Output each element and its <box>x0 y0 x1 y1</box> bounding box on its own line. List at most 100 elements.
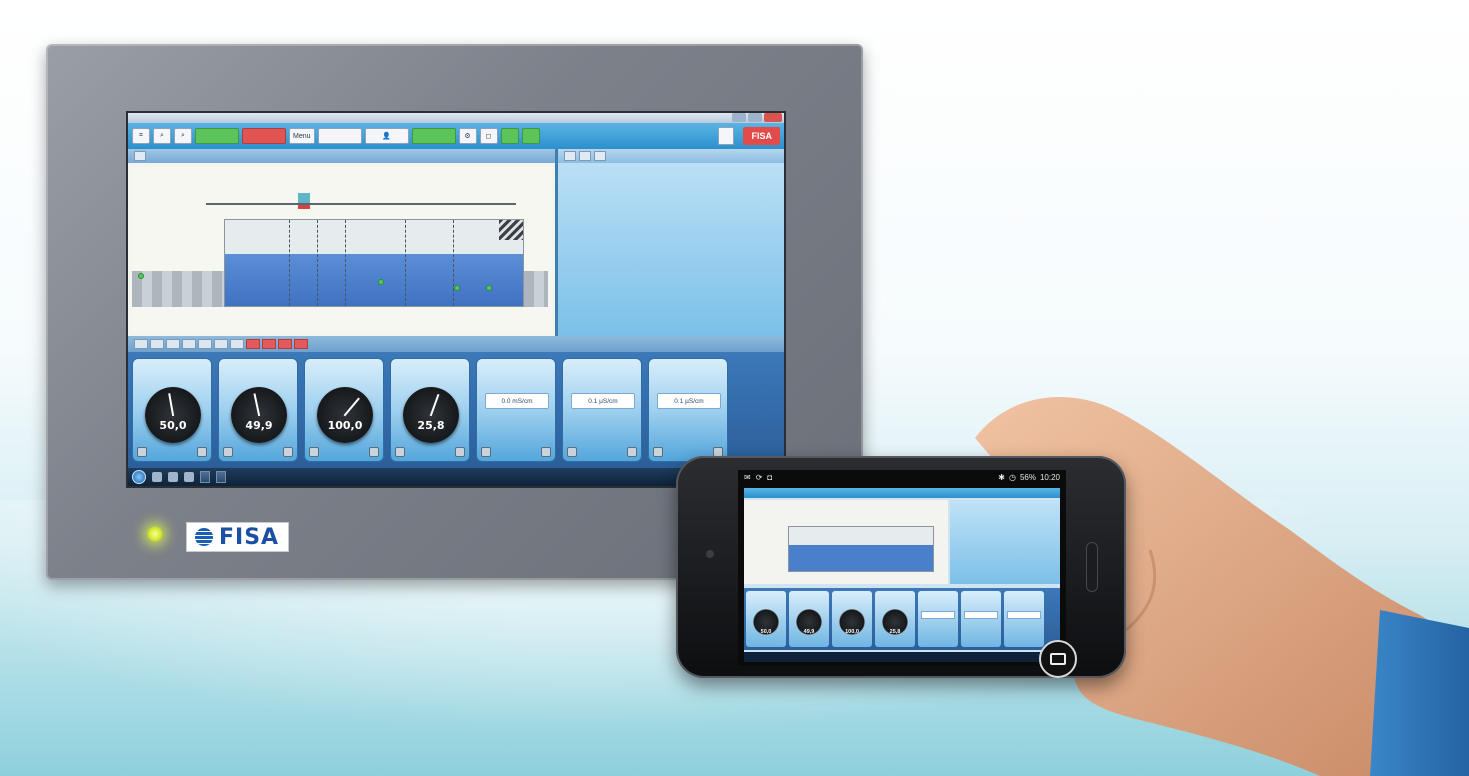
feed-unit <box>298 193 310 203</box>
tab-2[interactable] <box>579 151 591 161</box>
taskbar-app-item[interactable] <box>200 471 210 483</box>
gauge-expand-button[interactable] <box>455 447 465 457</box>
gauge-needle <box>429 393 440 417</box>
tab-alarm-1[interactable] <box>246 339 260 349</box>
mini-synoptic <box>744 500 948 584</box>
mini-gauge-value: 100,0 <box>845 629 859 635</box>
readout-card[interactable]: 0.0 mS/cm <box>476 358 556 462</box>
phone-screen[interactable]: ✉ ⟳ ◘ ✱ ◷ 56% 10:20 50,0 49,9 100,0 25,8 <box>738 470 1066 666</box>
minimize-button[interactable] <box>732 113 746 122</box>
zoom-out-button[interactable]: ⌕ <box>174 128 192 144</box>
mini-gauge-card[interactable]: 49,9 <box>789 591 829 647</box>
tab-c[interactable] <box>166 339 180 349</box>
mini-gauge-value: 49,9 <box>803 629 815 635</box>
tab-3[interactable] <box>594 151 606 161</box>
readout-card[interactable]: 0.1 µS/cm <box>648 358 728 462</box>
status-button-green[interactable] <box>195 128 239 144</box>
mini-readout <box>1007 611 1041 619</box>
plant-diagram <box>132 167 552 332</box>
gauge-expand-button[interactable] <box>283 447 293 457</box>
mini-readout-card[interactable] <box>1004 591 1044 647</box>
gauge-tabs <box>128 336 784 352</box>
battery-level: 56% <box>1019 472 1036 482</box>
close-button[interactable] <box>764 113 782 122</box>
briefcase-icon <box>1050 653 1066 665</box>
sensor-point[interactable] <box>486 285 492 291</box>
sensor-point[interactable] <box>454 285 460 291</box>
gauge-minus-button[interactable] <box>223 447 233 457</box>
status-indicator-green[interactable] <box>411 128 456 144</box>
tank-water <box>225 254 523 306</box>
indicator-green-1[interactable] <box>500 128 519 144</box>
mini-gauge-card[interactable]: 50,0 <box>746 591 786 647</box>
readout-minus-button[interactable] <box>481 447 491 457</box>
readout-card[interactable]: 0.1 µS/cm <box>562 358 642 462</box>
chart-tabs <box>558 149 784 163</box>
save-icon[interactable] <box>718 127 734 145</box>
touch-screen[interactable]: ⌗ ⌕ ⌕ Menu 👤 ⚙ ◻ FISA 50,0 49,9 100,0 25… <box>126 111 786 488</box>
tab-f[interactable] <box>214 339 228 349</box>
synoptic-pane <box>128 149 558 336</box>
tab-b[interactable] <box>150 339 164 349</box>
readout-expand-button[interactable] <box>541 447 551 457</box>
mini-gauge-card[interactable]: 25,8 <box>875 591 915 647</box>
logo-text: FISA <box>219 524 280 550</box>
phone-status-bar: ✉ ⟳ ◘ ✱ ◷ 56% 10:20 <box>738 470 1066 484</box>
tank-line <box>224 219 524 307</box>
gauge-minus-button[interactable] <box>395 447 405 457</box>
gauge-card[interactable]: 100,0 <box>304 358 384 462</box>
gauge-dial <box>317 387 373 443</box>
user-button[interactable]: 👤 <box>364 128 409 144</box>
crop-tool-button[interactable]: ⌗ <box>132 128 150 144</box>
gauge-minus-button[interactable] <box>309 447 319 457</box>
status-indicators: ✱ ◷ 56% 10:20 <box>998 473 1060 482</box>
mini-gauge-card[interactable]: 100,0 <box>832 591 872 647</box>
brand-label: FISA <box>743 127 780 145</box>
alarm-button[interactable] <box>242 128 286 144</box>
tab-alarm-3[interactable] <box>278 339 292 349</box>
tab-g[interactable] <box>230 339 244 349</box>
tab-1[interactable] <box>564 151 576 161</box>
gauge-minus-button[interactable] <box>137 447 147 457</box>
notification-icons: ✉ ⟳ ◘ <box>744 473 772 482</box>
tab-d[interactable] <box>182 339 196 349</box>
maximize-button[interactable] <box>748 113 762 122</box>
chat-button[interactable]: ◻ <box>479 128 498 144</box>
taskbar-app-item[interactable] <box>216 471 226 483</box>
menu-button[interactable]: Menu <box>289 128 315 144</box>
tab-a[interactable] <box>134 339 148 349</box>
taskbar-icon[interactable] <box>168 472 178 482</box>
taskbar-icon[interactable] <box>152 472 162 482</box>
gauge-expand-button[interactable] <box>197 447 207 457</box>
readout-expand-button[interactable] <box>627 447 637 457</box>
gauge-card[interactable]: 49,9 <box>218 358 298 462</box>
tab-alarm-2[interactable] <box>262 339 276 349</box>
gauge-expand-button[interactable] <box>369 447 379 457</box>
gauge-card[interactable]: 25,8 <box>390 358 470 462</box>
mini-readout-card[interactable] <box>961 591 1001 647</box>
readout-minus-button[interactable] <box>653 447 663 457</box>
taskbar-icon[interactable] <box>184 472 194 482</box>
mini-readout-card[interactable] <box>918 591 958 647</box>
gauge-card[interactable]: 50,0 <box>132 358 212 462</box>
window-controls <box>732 113 782 122</box>
readout-minus-button[interactable] <box>567 447 577 457</box>
tab-synoptic[interactable] <box>134 151 146 161</box>
tab-e[interactable] <box>198 339 212 349</box>
start-button[interactable] <box>132 470 146 484</box>
zoom-in-button[interactable]: ⌕ <box>153 128 171 144</box>
tab-alarm-4[interactable] <box>294 339 308 349</box>
sensor-point[interactable] <box>138 273 144 279</box>
phone-camera <box>706 550 714 558</box>
tank-divider <box>317 220 318 306</box>
settings-button[interactable]: ⚙ <box>458 128 477 144</box>
sensor-point[interactable] <box>378 279 384 285</box>
tank-divider <box>453 220 454 306</box>
phone-home-button[interactable] <box>1086 542 1098 592</box>
indicator-green-2[interactable] <box>521 128 540 144</box>
mini-gauge-row: 50,0 49,9 100,0 25,8 <box>744 588 1060 650</box>
mini-gauge-value: 50,0 <box>760 629 772 635</box>
bluetooth-icon: ✱ <box>998 472 1005 482</box>
rail-right <box>524 271 548 307</box>
toolbar-button[interactable] <box>317 128 362 144</box>
